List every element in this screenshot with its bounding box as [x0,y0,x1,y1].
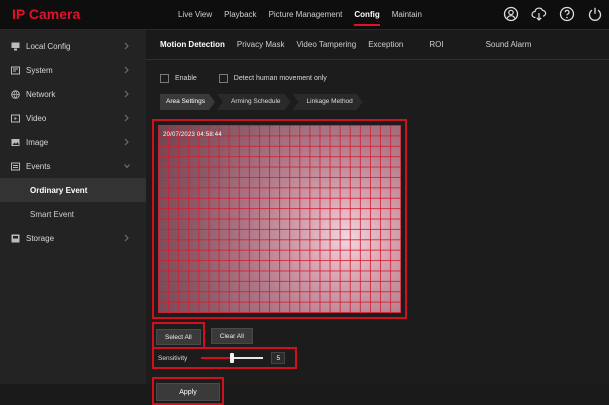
tab-sound-alarm[interactable]: Sound Alarm [486,40,532,49]
subtab-linkage-method[interactable]: Linkage Method [293,94,363,110]
chevron-right-icon [124,90,129,98]
sensitivity-slider[interactable] [201,353,264,363]
tab-exception[interactable]: Exception [368,40,403,49]
sidebar-item-system[interactable]: System [0,58,146,82]
sidebar-item-label: System [26,65,53,75]
help-icon[interactable] [559,6,575,22]
slider-fill [201,357,233,359]
download-icon[interactable] [531,6,547,22]
config-tabs: Motion Detection Privacy Mask Video Tamp… [146,30,609,60]
main-panel: Motion Detection Privacy Mask Video Tamp… [146,30,609,405]
sidebar-subitem-smart-event[interactable]: Smart Event [0,202,146,226]
nav-live-view[interactable]: Live View [172,0,218,30]
main-nav: Live View Playback Picture Management Co… [172,0,428,30]
nav-playback[interactable]: Playback [218,0,262,30]
subtab-arming-schedule[interactable]: Arming Schedule [217,94,291,110]
detect-human-label: Detect human movement only [233,75,327,82]
chevron-right-icon [124,114,129,122]
detection-options: Enable Detect human movement only [160,74,327,83]
enable-checkbox[interactable] [160,74,169,83]
sidebar-item-label: Network [26,89,56,99]
sensitivity-label: Sensitivity [158,354,188,362]
select-all-button[interactable]: Select All [156,329,201,345]
power-icon[interactable] [587,6,603,22]
chevron-right-icon [124,234,129,242]
image-icon [11,138,20,146]
area-buttons: Select All Clear All [152,322,253,349]
video-timestamp: 20/07/2023 04:58:44 [163,132,222,138]
sidebar-item-video[interactable]: Video [0,106,146,130]
detect-human-checkbox[interactable] [218,74,228,83]
sidebar-item-label: Local Config [26,41,71,51]
clear-all-button[interactable]: Clear All [210,327,253,344]
apply-highlight: Apply [152,377,224,405]
nav-picture-management[interactable]: Picture Management [263,0,349,30]
sensitivity-value[interactable]: 5 [271,352,286,364]
settings-subtabs: Area Settings Arming Schedule Linkage Me… [160,94,365,110]
chevron-right-icon [124,66,129,74]
sidebar-subitem-ordinary-event[interactable]: Ordinary Event [0,178,146,202]
chevron-down-icon [124,164,130,169]
tab-roi[interactable]: ROI [429,40,443,49]
chevron-right-icon [124,42,129,50]
sidebar-item-image[interactable]: Image [0,130,146,154]
subtab-area-settings[interactable]: Area Settings [160,94,215,110]
sidebar-item-label: Video [26,113,47,123]
sensitivity-control: Sensitivity 5 [152,347,297,369]
tab-privacy-mask[interactable]: Privacy Mask [237,40,285,49]
select-all-highlight: Select All [152,322,205,349]
tab-video-tampering[interactable]: Video Tampering [296,40,356,49]
slider-thumb[interactable] [230,353,235,363]
top-bar: IP Camera Live View Playback Picture Man… [0,0,609,30]
nav-config[interactable]: Config [348,0,385,30]
detection-area-frame: 20/07/2023 04:58:44 [152,119,407,319]
sidebar-item-label: Events [26,161,51,171]
tab-motion-detection[interactable]: Motion Detection [160,40,225,49]
enable-label: Enable [175,75,197,82]
storage-icon [11,234,20,242]
system-icon [11,66,20,74]
apply-button[interactable]: Apply [156,383,220,401]
sidebar-item-label: Storage [26,233,55,243]
events-icon [11,162,20,170]
top-icons [503,6,603,22]
sidebar-item-events[interactable]: Events [0,154,146,178]
sidebar: Local Config System Network Video Image … [0,30,146,384]
sidebar-item-label: Image [26,137,49,147]
nav-maintain[interactable]: Maintain [386,0,428,30]
user-icon[interactable] [503,6,519,22]
chevron-right-icon [124,138,129,146]
motion-grid[interactable] [158,125,401,313]
globe-icon [11,89,20,99]
monitor-icon [11,42,20,50]
brand-logo: IP Camera [12,6,81,22]
video-preview[interactable]: 20/07/2023 04:58:44 [158,125,401,313]
sidebar-item-storage[interactable]: Storage [0,226,146,250]
sidebar-item-local-config[interactable]: Local Config [0,34,146,58]
sidebar-item-network[interactable]: Network [0,82,146,106]
video-icon [11,114,20,122]
